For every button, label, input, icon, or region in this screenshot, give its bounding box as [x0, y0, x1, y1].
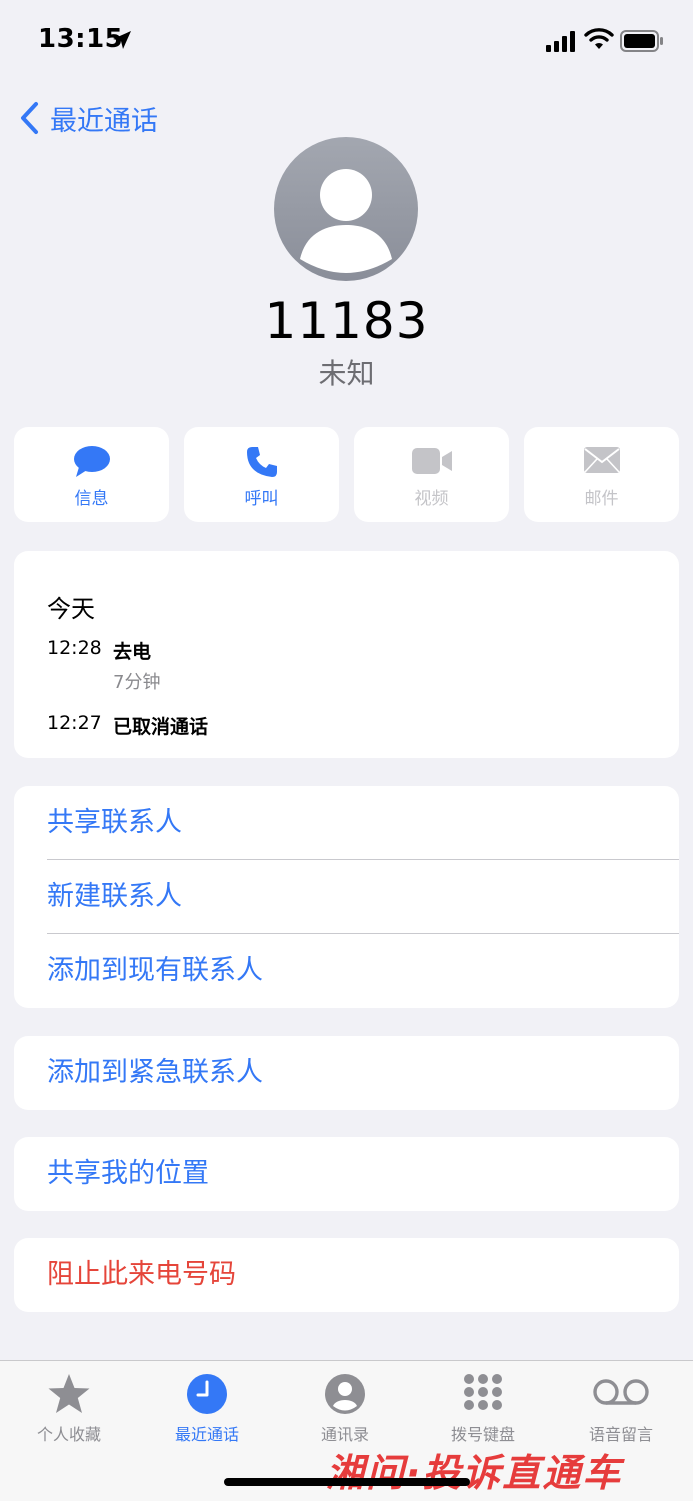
call-button[interactable]: 呼叫 [184, 427, 339, 522]
back-button[interactable]: 最近通话 [18, 96, 158, 140]
contact-avatar [274, 137, 418, 281]
message-label: 信息 [74, 489, 109, 509]
mail-label: 邮件 [584, 489, 619, 509]
tab-recents[interactable]: 最近通话 [138, 1361, 276, 1451]
video-button[interactable]: 视频 [354, 427, 509, 522]
message-button[interactable]: 信息 [14, 427, 169, 522]
tab-favorites[interactable]: 个人收藏 [0, 1361, 138, 1451]
block-caller-row[interactable]: 阻止此来电号码 [14, 1238, 679, 1312]
history-duration: 7分钟 [113, 672, 161, 693]
cellular-signal-icon [546, 31, 575, 52]
video-label: 视频 [414, 489, 449, 509]
mail-button[interactable]: 邮件 [524, 427, 679, 522]
wifi-icon [584, 28, 614, 49]
tab-label: 个人收藏 [36, 1425, 101, 1444]
new-contact-row[interactable]: 新建联系人 [14, 860, 679, 934]
mail-icon [583, 447, 620, 473]
watermark: 湘问·投诉直通车 [326, 1451, 623, 1495]
contact-label: 未知 [318, 357, 375, 390]
history-day-label: 今天 [47, 595, 95, 623]
call-history-card: 今天 12:28 去电 7分钟 12:27 已取消通话 [14, 551, 679, 758]
contact-options-card: 共享联系人 新建联系人 添加到现有联系人 [14, 786, 679, 1008]
share-contact-row[interactable]: 共享联系人 [14, 786, 679, 860]
star-icon [48, 1374, 90, 1413]
battery-icon [620, 30, 663, 52]
chevron-left-icon [21, 102, 38, 134]
phone-icon [246, 447, 277, 477]
clock-icon [187, 1374, 227, 1414]
message-icon [73, 446, 110, 477]
status-bar: 13:15 [0, 0, 693, 84]
tab-label: 最近通话 [174, 1425, 239, 1444]
home-indicator [224, 1478, 470, 1486]
tab-keypad[interactable]: 拨号键盘 [414, 1361, 552, 1451]
emergency-contact-card: 添加到紧急联系人 [14, 1036, 679, 1110]
video-icon [411, 448, 452, 474]
block-caller-card: 阻止此来电号码 [14, 1238, 679, 1312]
contact-number: 11183 [264, 292, 429, 350]
location-arrow-icon [113, 31, 131, 49]
history-time: 12:28 [47, 637, 102, 659]
tab-contacts[interactable]: 通讯录 [276, 1361, 414, 1451]
person-circle-icon [325, 1374, 365, 1414]
keypad-icon [464, 1374, 502, 1410]
tab-voicemail[interactable]: 语音留言 [552, 1361, 690, 1451]
share-location-card: 共享我的位置 [14, 1137, 679, 1211]
person-silhouette-icon [300, 169, 392, 273]
add-to-existing-contact-row[interactable]: 添加到现有联系人 [14, 934, 679, 1008]
history-call-type: 已取消通话 [113, 716, 209, 738]
call-label: 呼叫 [244, 489, 279, 509]
add-emergency-contact-row[interactable]: 添加到紧急联系人 [14, 1036, 679, 1110]
history-time: 12:27 [47, 712, 102, 734]
share-location-row[interactable]: 共享我的位置 [14, 1137, 679, 1211]
history-call-type: 去电 [113, 641, 152, 663]
voicemail-icon [593, 1379, 649, 1405]
back-label: 最近通话 [50, 105, 158, 137]
